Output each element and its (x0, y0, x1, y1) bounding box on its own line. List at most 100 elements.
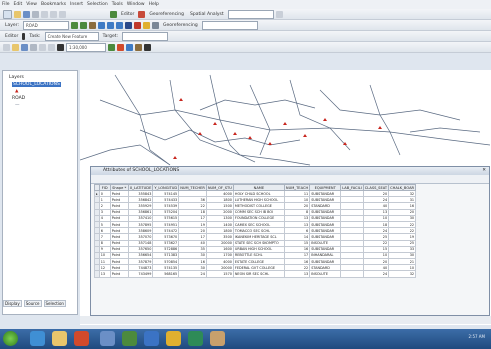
standard-toolbar: Editor Georeferencing Spatial Analyst (0, 9, 491, 20)
sketch-tool-icon[interactable] (22, 32, 26, 40)
pointer-icon[interactable] (57, 43, 64, 51)
zoom-in-icon[interactable] (70, 21, 78, 29)
table-cell[interactable]: 24 (362, 270, 390, 278)
status-bar (80, 316, 491, 324)
photo-icon[interactable] (188, 331, 203, 346)
zoom-icon[interactable] (110, 10, 117, 18)
drawing-toolbar: 1:30,000 (0, 42, 491, 53)
internet-explorer-icon[interactable] (30, 331, 45, 346)
folder-icon[interactable] (52, 331, 67, 346)
copy-icon[interactable] (50, 10, 57, 18)
editor-toolbar: Editor Task: Create New Feature Target: (0, 31, 491, 42)
open-folder-icon[interactable] (12, 43, 19, 51)
open-icon[interactable] (14, 10, 21, 18)
attribute-table-toolbar (91, 175, 489, 184)
paint-icon[interactable] (210, 331, 225, 346)
toc-layers-root[interactable]: Layers (9, 75, 24, 80)
menu-item-insert[interactable]: Insert (70, 2, 83, 7)
menu-item-file[interactable]: File (2, 2, 10, 7)
menu-item-view[interactable]: View (26, 2, 37, 7)
app-icon[interactable] (144, 331, 159, 346)
toc-tabs: Display Source Selection (3, 300, 66, 307)
table-cell[interactable]: 24 (178, 270, 207, 278)
editor-menu[interactable]: Editor (119, 12, 136, 17)
save-icon[interactable] (23, 10, 30, 18)
georef-layer-dropdown[interactable] (201, 20, 258, 30)
table-cell[interactable]: 1570 (205, 270, 234, 278)
editor-icon[interactable] (108, 43, 115, 51)
table-cell[interactable]: Point (109, 270, 129, 278)
select-features-icon[interactable] (124, 21, 132, 29)
find-icon[interactable] (142, 21, 150, 29)
road-line-icon: — (15, 103, 20, 108)
georeferencing-label[interactable]: Georeferencing (161, 23, 200, 28)
paste-icon[interactable] (59, 10, 66, 18)
print-doc-icon[interactable] (30, 43, 37, 51)
layer-dropdown[interactable] (227, 9, 274, 19)
arcmap-icon[interactable] (117, 43, 124, 51)
redo-icon[interactable] (48, 43, 55, 51)
forward-icon[interactable] (115, 21, 123, 29)
excel-icon[interactable] (122, 331, 137, 346)
table-row[interactable]: 13 Point 743499 568165 24 1570 NEON SIR SEC SC… (94, 270, 417, 278)
layer-label: Layer: (5, 22, 19, 28)
undo-icon[interactable] (39, 43, 46, 51)
toc-tab-source[interactable]: Source (23, 300, 42, 307)
target-label: Target: (102, 33, 119, 39)
table-cell[interactable]: 32 (388, 270, 417, 278)
arcmap-taskbar-icon[interactable] (166, 331, 181, 346)
arccatalog-icon[interactable] (126, 43, 133, 51)
menu-item-selection[interactable]: Selection (87, 2, 108, 7)
measure-icon[interactable] (151, 21, 159, 29)
editor-label[interactable]: Editor (3, 34, 20, 39)
table-cell[interactable]: 568165 (152, 270, 180, 278)
table-body: ▸ 0 Point 355843 574145 4000 HOLY CHILD SCHOOL… (94, 189, 417, 278)
toolbox-icon[interactable] (135, 43, 142, 51)
cut-icon[interactable] (41, 10, 48, 18)
histogram-icon[interactable] (275, 10, 283, 18)
menu-item-window[interactable]: Window (127, 2, 145, 7)
attribute-table-title: Attributes of SCHOOL_LOCATIONS (103, 168, 180, 173)
menu-item-tools[interactable]: Tools (112, 2, 123, 7)
menu-item-edit[interactable]: Edit (14, 2, 23, 7)
new-icon[interactable] (3, 43, 10, 51)
georeferencing-toolbar-label[interactable]: Georeferencing (147, 12, 186, 17)
back-icon[interactable] (106, 21, 114, 29)
menu-item-help[interactable]: Help (149, 2, 159, 7)
task-dropdown[interactable]: Create New Feature (44, 31, 99, 41)
table-cell[interactable]: 13 (98, 270, 111, 278)
word-icon[interactable] (100, 331, 115, 346)
toc-tab-selection[interactable]: Selection (43, 300, 66, 307)
table-of-contents: Layers SCHOOL_LOCATIONS ▲ ROAD — (2, 70, 78, 315)
attribute-table-window: Attributes of SCHOOL_LOCATIONS ✕ FID Shap… (90, 166, 490, 316)
table-cell[interactable]: 13 (283, 270, 311, 278)
table-cell[interactable]: 743499 (127, 270, 154, 278)
tools-toolbar: Layer: ROAD Georeferencing (0, 20, 491, 31)
media-player-icon[interactable] (74, 331, 89, 346)
table-cell[interactable]: NEON SIR SEC SCHL (232, 270, 285, 278)
menu-item-bookmarks[interactable]: Bookmarks (41, 2, 66, 7)
start-button-icon[interactable] (3, 331, 18, 346)
toc-layer-road[interactable]: ROAD (12, 96, 25, 101)
print-icon[interactable] (32, 10, 39, 18)
identify-icon[interactable] (133, 21, 141, 29)
pan-icon[interactable] (88, 21, 96, 29)
target-dropdown[interactable] (122, 31, 169, 41)
spatial-analyst-label[interactable]: Spatial Analyst (188, 12, 226, 17)
edit-tool-icon[interactable] (138, 10, 146, 18)
command-line-icon[interactable] (144, 43, 151, 51)
table-cell[interactable] (340, 270, 364, 278)
scale-dropdown[interactable]: 1:30,000 (66, 42, 106, 52)
toc-layer-school-locations[interactable]: SCHOOL_LOCATIONS (12, 82, 61, 87)
attribute-table: FID Shape * X_LATITUDE Y_LONGITUD NUM_TECHER… (94, 184, 417, 278)
layer-select[interactable]: ROAD (22, 20, 69, 30)
save-doc-icon[interactable] (21, 43, 28, 51)
full-extent-icon[interactable] (97, 21, 105, 29)
task-label: Task: (29, 33, 41, 39)
new-map-icon[interactable] (3, 9, 12, 19)
menu-bar: File Edit View Bookmarks Insert Selection Tool… (0, 0, 491, 9)
table-cell[interactable]: INSOLUTE (309, 270, 342, 278)
close-icon[interactable]: ✕ (482, 167, 486, 175)
toc-tab-display[interactable]: Display (3, 300, 22, 307)
zoom-out-icon[interactable] (79, 21, 87, 29)
